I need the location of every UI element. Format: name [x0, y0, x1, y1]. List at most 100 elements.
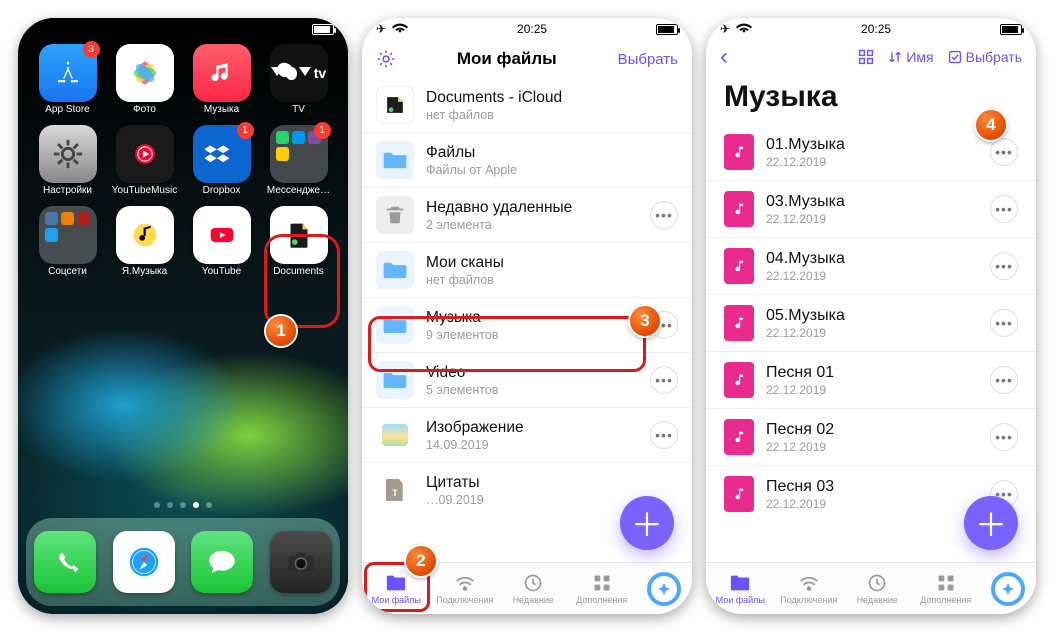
tab-recent[interactable]: Недавние [843, 563, 912, 614]
more-button[interactable] [990, 309, 1018, 337]
select-button[interactable]: Выбрать [618, 51, 678, 68]
more-button[interactable] [990, 366, 1018, 394]
row-image-file[interactable]: Изображение14.09.2019 [362, 407, 692, 462]
more-button[interactable] [650, 366, 678, 394]
list-item[interactable]: Песня 0122.12.2019 [706, 351, 1036, 408]
tab-recent[interactable]: Недавние [499, 563, 568, 614]
file-sub: 14.09.2019 [426, 438, 638, 452]
docs-toolbar: ‹ Имя Выбрать [706, 40, 1036, 74]
app-photos[interactable]: Фото [109, 44, 180, 115]
tab-label: Мои файлы [716, 595, 765, 605]
folder-social[interactable]: Соцсети [32, 206, 103, 277]
youtube-icon [193, 206, 251, 264]
file-name: Недавно удаленные [426, 198, 638, 218]
airplane-mode-icon: ✈︎ [720, 22, 730, 36]
list-item[interactable]: 04.Музыка22.12.2019 [706, 237, 1036, 294]
app-apple-music[interactable]: Музыка [186, 44, 257, 115]
badge: 1 [314, 122, 331, 139]
file-name: 01.Музыка [766, 135, 978, 156]
yandex-music-icon [116, 206, 174, 264]
app-appstore[interactable]: 3 App Store [32, 44, 103, 115]
grid-icon [935, 573, 957, 593]
file-sub: нет файлов [426, 273, 678, 287]
step-callout-4: 4 [976, 110, 1006, 140]
app-label: Мессендже… [267, 186, 330, 196]
list-item[interactable]: 03.Музыка22.12.2019 [706, 180, 1036, 237]
file-name: Documents - iCloud [426, 88, 678, 108]
more-button[interactable] [990, 423, 1018, 451]
tab-my-files[interactable]: Мои файлы [706, 563, 775, 614]
phone-home-screen: ✈︎ 20:25 3 App Store [18, 18, 348, 614]
wifi-icon [736, 22, 752, 37]
fab-add-button[interactable]: ＋ [964, 496, 1018, 550]
phone-documents-myfiles: ✈︎ 20:25 Мои файлы Выбрать Documents - i… [362, 18, 692, 614]
list-item[interactable]: 05.Музыка22.12.2019 [706, 294, 1036, 351]
dock-safari[interactable] [113, 531, 175, 593]
dock-messages[interactable] [191, 531, 253, 593]
app-yandex-music[interactable]: Я.Музыка [109, 206, 180, 277]
more-button[interactable] [990, 252, 1018, 280]
row-files[interactable]: ФайлыФайлы от Apple [362, 132, 692, 187]
tab-label: Подключения [436, 595, 493, 605]
compass-icon [991, 572, 1025, 606]
tab-addons[interactable]: Дополнения [568, 563, 637, 614]
status-bar: ✈︎ 20:25 [362, 18, 692, 40]
file-sub: нет файлов [426, 108, 678, 122]
app-dropbox[interactable]: 1 Dropbox [186, 125, 257, 196]
docs-toolbar: Мои файлы Выбрать [362, 40, 692, 78]
app-apple-tv[interactable]: tv TV [263, 44, 334, 115]
list-item[interactable]: Песня 0222.12.2019 [706, 408, 1036, 465]
tab-label: Недавние [513, 595, 554, 605]
more-button[interactable] [650, 201, 678, 229]
folder-messengers[interactable]: 1 Мессендже… [263, 125, 334, 196]
app-documents[interactable]: Documents [263, 206, 334, 277]
app-label: Музыка [204, 105, 239, 115]
back-button[interactable]: ‹ [720, 45, 728, 69]
more-button[interactable] [650, 421, 678, 449]
tab-browser[interactable] [636, 563, 692, 614]
clock-icon [522, 573, 544, 593]
tab-label: Мои файлы [372, 595, 421, 605]
file-sub: 22.12.2019 [766, 326, 978, 340]
dock-phone[interactable] [34, 531, 96, 593]
view-grid-button[interactable] [858, 49, 874, 65]
page-indicator[interactable] [18, 502, 348, 508]
more-button[interactable] [990, 195, 1018, 223]
folder-icon [376, 361, 414, 399]
row-my-scans[interactable]: Мои сканынет файлов [362, 242, 692, 297]
row-documents-icloud[interactable]: Documents - iCloudнет файлов [362, 78, 692, 132]
file-sub: 22.12.2019 [766, 269, 978, 283]
compass-icon [647, 572, 681, 606]
select-button[interactable]: Выбрать [948, 49, 1022, 65]
sort-button[interactable]: Имя [888, 49, 933, 65]
battery-icon [1000, 24, 1022, 35]
tab-connections[interactable]: Подключения [775, 563, 844, 614]
music-file-icon [724, 191, 754, 227]
file-name: Цитаты [426, 473, 638, 493]
wifi-icon [454, 573, 476, 593]
step-callout-3: 3 [630, 306, 660, 336]
app-youtube-music[interactable]: YouTubeMusic [109, 125, 180, 196]
music-file-icon [724, 248, 754, 284]
tab-browser[interactable] [980, 563, 1036, 614]
file-sub: Файлы от Apple [426, 163, 678, 177]
page-title: Мои файлы [396, 49, 618, 69]
tab-label: Дополнения [920, 595, 971, 605]
settings-icon[interactable] [376, 49, 396, 69]
music-file-icon [724, 305, 754, 341]
more-button[interactable] [990, 138, 1018, 166]
row-video-folder[interactable]: Video5 элементов [362, 352, 692, 407]
row-recently-deleted[interactable]: Недавно удаленные2 элемента [362, 187, 692, 242]
status-time: 20:25 [861, 22, 891, 36]
dock-camera[interactable] [270, 531, 332, 593]
documents-app-icon [270, 206, 328, 264]
app-settings[interactable]: Настройки [32, 125, 103, 196]
app-youtube[interactable]: YouTube [186, 206, 257, 277]
tab-label: Подключения [780, 595, 837, 605]
folder-icon [376, 141, 414, 179]
airplane-mode-icon: ✈︎ [376, 22, 386, 36]
gear-icon [39, 125, 97, 183]
tab-connections[interactable]: Подключения [431, 563, 500, 614]
fab-add-button[interactable]: ＋ [620, 496, 674, 550]
tab-addons[interactable]: Дополнения [912, 563, 981, 614]
